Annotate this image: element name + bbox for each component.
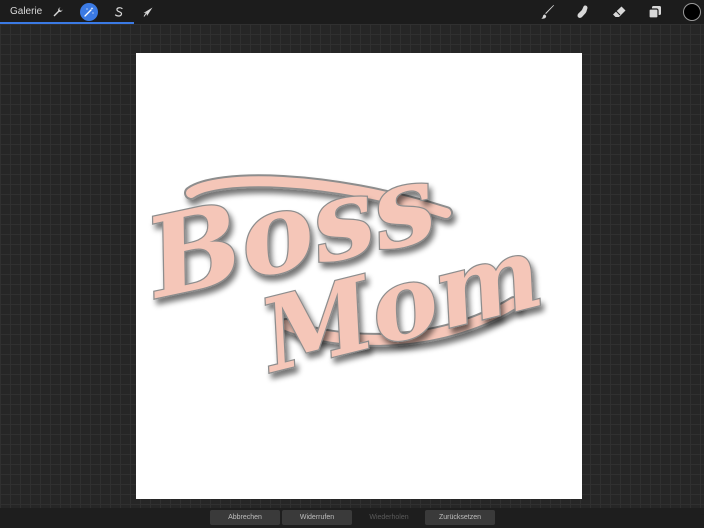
magic-wand-icon: [84, 7, 94, 17]
top-toolbar: Galerie: [0, 0, 704, 24]
drawing-canvas[interactable]: Boss Mom: [136, 53, 582, 499]
adjustment-progress-fill: [0, 22, 134, 24]
layers-icon: [648, 6, 661, 19]
adjustment-progress-track: [0, 22, 704, 24]
smudge-icon: [577, 5, 588, 18]
smudge-tool-button[interactable]: [574, 3, 592, 21]
selection-tool-button[interactable]: [110, 3, 128, 21]
eraser-tool-button[interactable]: [610, 3, 628, 21]
cursor-arrow-icon: [143, 7, 153, 17]
wrench-icon: [53, 7, 63, 17]
selection-s-icon: [114, 7, 123, 17]
reset-button[interactable]: Zurücksetzen: [425, 510, 495, 525]
eraser-icon: [613, 6, 626, 17]
undo-button[interactable]: Widerrufen: [282, 510, 352, 525]
actions-tool-button[interactable]: [49, 3, 67, 21]
adjustments-tool-button[interactable]: [80, 3, 98, 21]
redo-button: Wiederholen: [369, 514, 409, 521]
cancel-button[interactable]: Abbrechen: [210, 510, 280, 525]
brush-tool-button[interactable]: [539, 3, 557, 21]
bottom-action-bar: Abbrechen Widerrufen Wiederholen Zurücks…: [0, 508, 704, 528]
gallery-button[interactable]: Galerie: [10, 5, 42, 19]
transform-tool-button[interactable]: [139, 3, 157, 21]
layers-tool-button[interactable]: [646, 3, 664, 21]
boss-mom-lettering-artwork: Boss Mom: [136, 136, 554, 398]
brush-icon: [541, 5, 554, 19]
color-picker-button[interactable]: [683, 3, 701, 21]
